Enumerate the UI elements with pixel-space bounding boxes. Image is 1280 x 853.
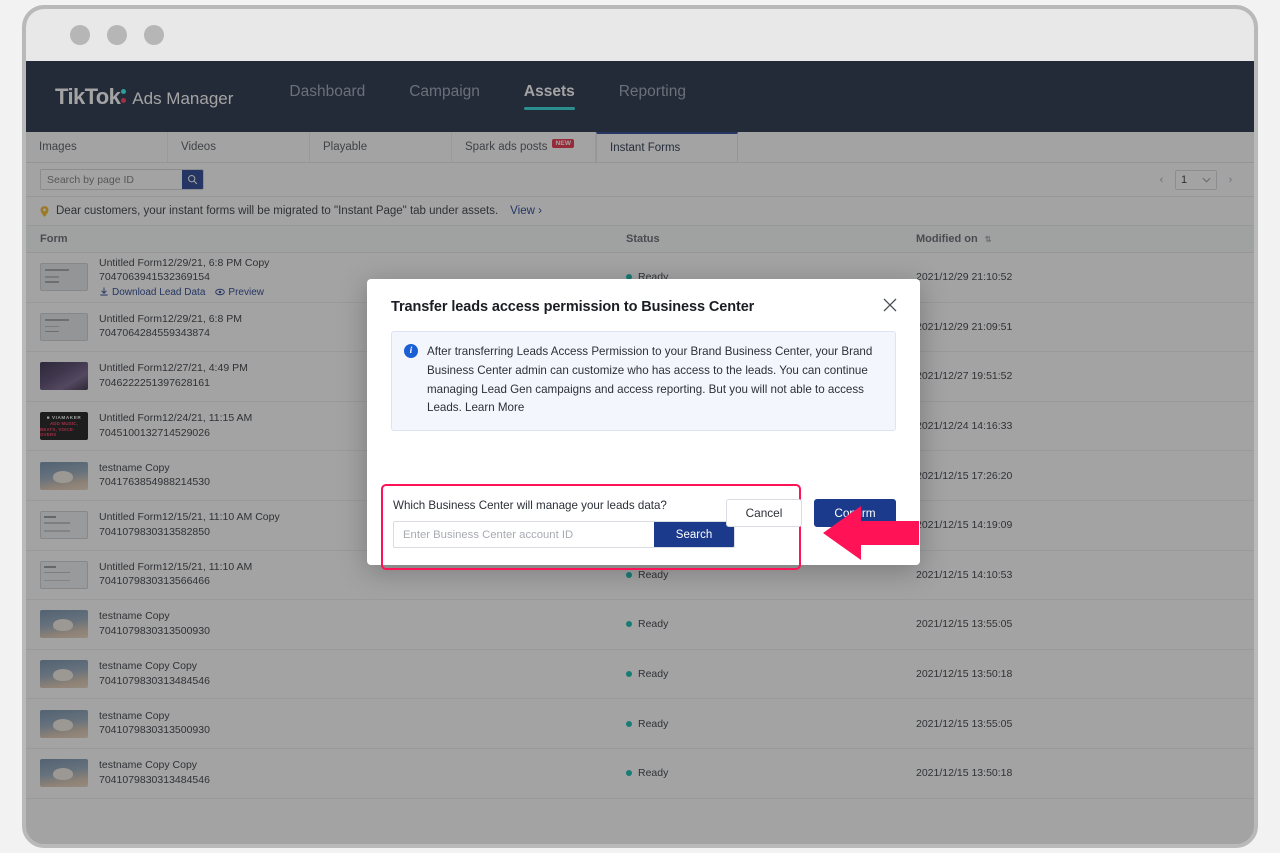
modal-title: Transfer leads access permission to Busi… bbox=[391, 299, 896, 315]
browser-window: TikTok Ads Manager Dashboard Campaign As… bbox=[22, 5, 1258, 848]
business-center-search-button[interactable]: Search bbox=[654, 522, 734, 547]
page-viewport: TikTok Ads Manager Dashboard Campaign As… bbox=[26, 61, 1254, 848]
business-center-input-group: Search bbox=[393, 521, 735, 548]
close-icon bbox=[882, 297, 898, 313]
info-callout-text: After transferring Leads Access Permissi… bbox=[427, 343, 882, 418]
business-center-id-input[interactable] bbox=[394, 522, 654, 547]
business-center-field-group: Which Business Center will manage your l… bbox=[381, 484, 801, 570]
cancel-button[interactable]: Cancel bbox=[726, 499, 802, 527]
modal-close-button[interactable] bbox=[882, 297, 900, 315]
window-maximize-button[interactable] bbox=[144, 25, 164, 45]
annotation-arrow-icon bbox=[823, 504, 919, 562]
window-minimize-button[interactable] bbox=[107, 25, 127, 45]
window-close-button[interactable] bbox=[70, 25, 90, 45]
info-icon: i bbox=[404, 344, 418, 358]
info-callout: i After transferring Leads Access Permis… bbox=[391, 331, 896, 431]
browser-titlebar bbox=[26, 9, 1254, 61]
